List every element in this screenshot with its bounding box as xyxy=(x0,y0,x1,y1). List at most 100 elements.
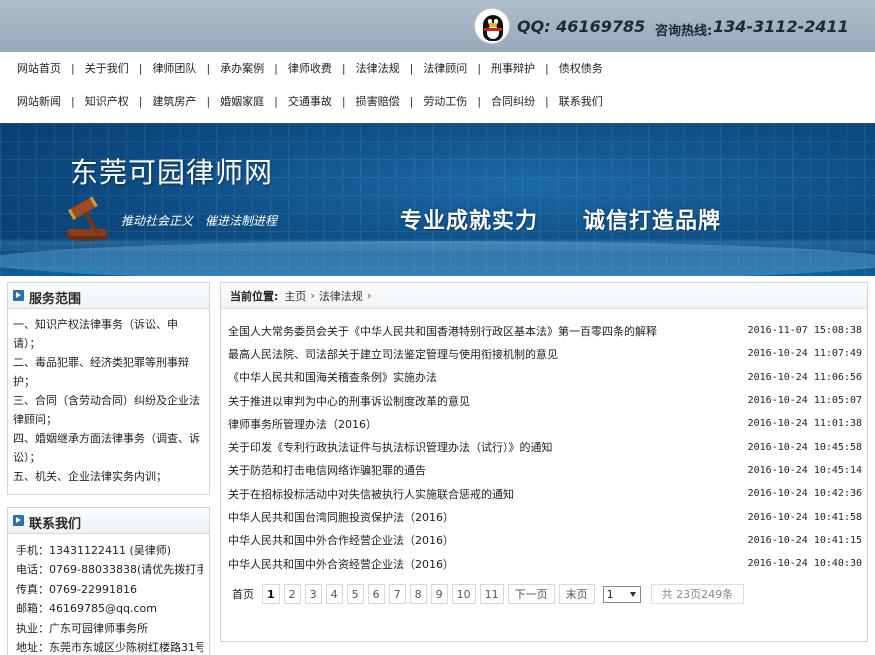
article-list: 全国人大常务委员会关于《中华人民共和国香港特别行政区基本法》第一百零四条的解释 2… xyxy=(228,319,862,575)
article-date: 2016-10-24 11:06:56 xyxy=(747,371,862,383)
article-title-link[interactable]: 关于在招标投标活动中对失信被执行人实施联合惩戒的通知 xyxy=(228,486,514,502)
article-date: 2016-11-07 15:08:38 xyxy=(747,325,862,337)
article-row: 关于在招标投标活动中对失信被执行人实施联合惩戒的通知 2016-10-24 10:… xyxy=(228,482,862,505)
pager-first[interactable]: 首页 xyxy=(232,586,254,602)
hotline-number: 134-3112-2411 xyxy=(713,17,849,36)
nav-link[interactable]: 律师收费 xyxy=(288,60,332,76)
page-number-link[interactable]: 9 xyxy=(430,584,448,604)
chevron-right-icon: › xyxy=(366,289,372,302)
nav-separator: | xyxy=(341,94,346,108)
nav-link[interactable]: 刑事辩护 xyxy=(491,60,535,76)
pager-total: 共 23页249条 xyxy=(650,584,745,604)
hotline-label: 咨询热线: xyxy=(655,24,713,39)
service-item: 护； xyxy=(13,375,35,388)
page-number-link[interactable]: 4 xyxy=(325,584,343,604)
nav-separator: | xyxy=(206,61,211,75)
article-date: 2016-10-24 11:07:49 xyxy=(747,348,862,360)
article-row: 全国人大常务委员会关于《中华人民共和国香港特别行政区基本法》第一百零四条的解释 2… xyxy=(228,319,862,342)
nav-separator: | xyxy=(477,94,482,108)
service-item: 五、机关、企业法律实务内训； xyxy=(13,470,167,483)
article-title-link[interactable]: 律师事务所管理办法（2016） xyxy=(228,416,377,432)
services-panel: 服务范围 一、知识产权法律事务（诉讼、申 请）； 二、毒品犯罪、经济类犯罪等刑事辩护… xyxy=(7,282,210,495)
nav-link[interactable]: 劳动工伤 xyxy=(423,93,467,109)
arrow-square-icon xyxy=(13,290,24,301)
services-title: 服务范围 xyxy=(29,292,82,307)
arrow-square-icon xyxy=(13,515,24,526)
breadcrumb-home[interactable]: 主页 xyxy=(284,288,306,304)
page-number-link[interactable]: 5 xyxy=(346,584,364,604)
page-number-link[interactable]: 3 xyxy=(304,584,322,604)
nav-link[interactable]: 债权债务 xyxy=(559,60,603,76)
article-row: 律师事务所管理办法（2016） 2016-10-24 11:01:38 xyxy=(228,412,862,435)
page-select[interactable]: 1 xyxy=(602,585,641,603)
article-row: 最高人民法院、司法部关于建立司法鉴定管理与使用衔接机制的意见 2016-10-24… xyxy=(228,342,862,365)
banner-tagline-2: 诚信打造品牌 xyxy=(583,209,722,234)
article-title-link[interactable]: 中华人民共和国台湾同胞投资保护法（2016） xyxy=(228,509,454,525)
gavel-icon xyxy=(65,196,109,241)
nav-link[interactable]: 网站首页 xyxy=(17,60,61,76)
article-row: 中华人民共和国中外合资经营企业法（2016） 2016-10-24 10:40:3… xyxy=(228,552,862,575)
article-row: 中华人民共和国中外合作经营企业法（2016） 2016-10-24 10:41:1… xyxy=(228,529,862,552)
hero-banner: 东莞可园律师网 推动社会正义 催进法制进程 专业成就实力 诚信打造品牌 xyxy=(0,123,875,276)
nav-link[interactable]: 律师团队 xyxy=(152,60,196,76)
article-row: 中华人民共和国台湾同胞投资保护法（2016） 2016-10-24 10:41:5… xyxy=(228,505,862,528)
contact-header: 联系我们 xyxy=(8,508,209,534)
article-title-link[interactable]: 关于印发《专利行政执法证件与执法标识管理办法（试行）》的通知 xyxy=(228,439,553,455)
article-title-link[interactable]: 关于推进以审判为中心的刑事诉讼制度改革的意见 xyxy=(228,393,470,409)
breadcrumb-category[interactable]: 法律法规 xyxy=(319,288,363,304)
nav-link[interactable]: 合同纠纷 xyxy=(491,93,535,109)
nav-link[interactable]: 知识产权 xyxy=(85,93,129,109)
breadcrumb: 当前位置: 主页 › 法律法规 › xyxy=(221,283,867,309)
qq-number: QQ: 46169785 xyxy=(517,17,646,36)
nav-separator: | xyxy=(545,94,549,108)
contact-list: 手机：13431122411 (吴律师) 电话：0769-88033838(请优先… xyxy=(8,534,209,655)
nav-link[interactable]: 交通事故 xyxy=(288,93,332,109)
service-item: 三、合同（含劳动合同）纠纷及企业法 xyxy=(13,394,200,407)
dropdown-caret-icon xyxy=(629,591,636,597)
nav-separator: | xyxy=(409,61,414,75)
pager-next[interactable]: 下一页 xyxy=(507,584,555,604)
service-item: 二、毒品犯罪、经济类犯罪等刑事辩 xyxy=(13,356,189,369)
qq-penguin-icon[interactable] xyxy=(474,8,510,44)
article-title-link[interactable]: 全国人大常务委员会关于《中华人民共和国香港特别行政区基本法》第一百零四条的解释 xyxy=(228,323,657,339)
service-item: 四、婚姻继承方面法律事务（调查、诉 xyxy=(13,432,200,445)
nav-link[interactable]: 法律法规 xyxy=(356,60,400,76)
site-title: 东莞可园律师网 xyxy=(70,156,274,189)
nav-separator: | xyxy=(206,94,211,108)
nav-separator: | xyxy=(409,94,414,108)
page-number-link[interactable]: 6 xyxy=(367,584,385,604)
nav-link[interactable]: 婚姻家庭 xyxy=(220,93,264,109)
article-row: 关于推进以审判为中心的刑事诉讼制度改革的意见 2016-10-24 11:05:0… xyxy=(228,389,862,412)
article-date: 2016-10-24 10:45:58 xyxy=(747,441,862,453)
page-number-link[interactable]: 2 xyxy=(283,584,301,604)
nav-link[interactable]: 关于我们 xyxy=(85,60,129,76)
page-number-link[interactable]: 10 xyxy=(451,584,476,604)
nav-link[interactable]: 承办案例 xyxy=(220,60,264,76)
nav-link[interactable]: 建筑房产 xyxy=(152,93,196,109)
nav-separator: | xyxy=(274,94,278,108)
banner-slogan: 推动社会正义 催进法制进程 xyxy=(121,214,278,228)
chevron-right-icon: › xyxy=(310,289,315,302)
page-number-link[interactable]: 8 xyxy=(409,584,427,604)
nav-link[interactable]: 损害赔偿 xyxy=(356,93,400,109)
nav-separator: | xyxy=(477,61,482,75)
article-title-link[interactable]: 中华人民共和国中外合资经营企业法（2016） xyxy=(228,556,454,572)
nav-link[interactable]: 法律顾问 xyxy=(423,60,467,76)
page-number-link[interactable]: 11 xyxy=(479,584,504,604)
article-title-link[interactable]: 中华人民共和国中外合作经营企业法（2016） xyxy=(228,532,454,548)
article-date: 2016-10-24 10:41:58 xyxy=(747,511,862,523)
nav-separator: | xyxy=(71,94,75,108)
nav-separator: | xyxy=(341,61,346,75)
nav-link[interactable]: 联系我们 xyxy=(559,93,603,109)
contact-item: 地址：东莞市东城区少陈树红楼路31号 xyxy=(16,641,203,655)
article-title-link[interactable]: 《中华人民共和国海关稽查条例》实施办法 xyxy=(228,369,437,385)
article-row: 《中华人民共和国海关稽查条例》实施办法 2016-10-24 11:06:56 xyxy=(228,366,862,389)
article-title-link[interactable]: 关于防范和打击电信网络诈骗犯罪的通告 xyxy=(228,462,426,478)
article-title-link[interactable]: 最高人民法院、司法部关于建立司法鉴定管理与使用衔接机制的意见 xyxy=(228,346,558,362)
services-list: 一、知识产权法律事务（诉讼、申 请）； 二、毒品犯罪、经济类犯罪等刑事辩 护； 三、合同… xyxy=(8,309,209,490)
nav-link[interactable]: 网站新闻 xyxy=(17,93,61,109)
article-date: 2016-10-24 10:40:30 xyxy=(747,558,862,570)
pager-last[interactable]: 末页 xyxy=(558,584,595,604)
page-number-link[interactable]: 7 xyxy=(388,584,406,604)
page-number-link[interactable]: 1 xyxy=(262,584,280,604)
